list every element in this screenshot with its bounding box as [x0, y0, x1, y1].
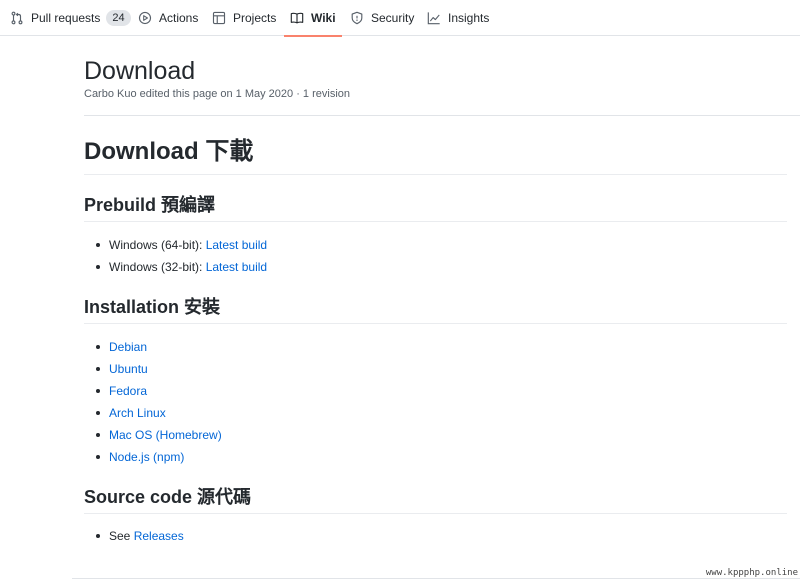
- book-icon: [290, 11, 304, 25]
- list-item: Windows (32-bit): Latest build: [84, 256, 787, 278]
- heading-installation: Installation 安裝: [84, 295, 787, 324]
- pull-request-icon: [10, 11, 24, 25]
- page-meta: Carbo Kuo edited this page on 1 May 2020…: [84, 88, 350, 100]
- mac-os-homebrew-link[interactable]: Mac OS (Homebrew): [109, 428, 222, 442]
- wiki-page-header: Download Carbo Kuo edited this page on 1…: [84, 56, 800, 100]
- installation-list: Debian Ubuntu Fedora Arch Linux Mac OS (…: [84, 336, 787, 468]
- releases-link[interactable]: Releases: [134, 529, 184, 543]
- ubuntu-link[interactable]: Ubuntu: [109, 362, 148, 376]
- prebuild-list: Windows (64-bit): Latest build Windows (…: [84, 234, 787, 278]
- heading-source-code: Source code 源代碼: [84, 485, 787, 514]
- tab-label: Insights: [448, 11, 490, 25]
- list-item: Windows (64-bit): Latest build: [84, 234, 787, 256]
- tab-security[interactable]: Security: [350, 0, 414, 36]
- tab-label: Pull requests: [31, 11, 101, 25]
- nodejs-npm-link[interactable]: Node.js (npm): [109, 450, 184, 464]
- header-divider: [84, 115, 800, 116]
- tab-insights[interactable]: Insights: [427, 0, 489, 36]
- arch-linux-link[interactable]: Arch Linux: [109, 406, 166, 420]
- list-item-text: Windows (32-bit):: [109, 260, 206, 274]
- tab-wiki[interactable]: Wiki: [284, 0, 342, 37]
- list-item: See Releases: [84, 525, 787, 547]
- list-item: Fedora: [84, 380, 787, 402]
- wiki-content: Download 下載 Prebuild 預編譯 Windows (64-bit…: [84, 136, 787, 547]
- heading-download: Download 下載: [84, 136, 787, 175]
- footer-divider: [72, 578, 800, 579]
- repo-nav: Pull requests 24 Actions Projects Wiki S…: [0, 0, 800, 37]
- list-item: Mac OS (Homebrew): [84, 424, 787, 446]
- fedora-link[interactable]: Fedora: [109, 384, 147, 398]
- tab-label: Wiki: [311, 11, 336, 25]
- heading-prebuild: Prebuild 預編譯: [84, 193, 787, 222]
- list-item: Debian: [84, 336, 787, 358]
- source-list: See Releases: [84, 525, 787, 547]
- tab-label: Actions: [159, 11, 199, 25]
- latest-build-32-link[interactable]: Latest build: [206, 260, 267, 274]
- tab-pull-requests[interactable]: Pull requests 24: [10, 0, 131, 36]
- tab-label: Projects: [233, 11, 277, 25]
- latest-build-64-link[interactable]: Latest build: [206, 238, 267, 252]
- list-item: Arch Linux: [84, 402, 787, 424]
- graph-icon: [427, 11, 441, 25]
- watermark: www.kppphp.online: [705, 568, 798, 578]
- list-item-text: See: [109, 529, 134, 543]
- debian-link[interactable]: Debian: [109, 340, 147, 354]
- page-title: Download: [84, 57, 196, 85]
- tab-projects[interactable]: Projects: [212, 0, 276, 36]
- list-item: Node.js (npm): [84, 446, 787, 468]
- shield-icon: [350, 11, 364, 25]
- play-icon: [138, 11, 152, 25]
- pull-requests-counter: 24: [106, 10, 131, 26]
- tab-label: Security: [371, 11, 415, 25]
- project-icon: [212, 11, 226, 25]
- tab-actions[interactable]: Actions: [138, 0, 198, 36]
- list-item-text: Windows (64-bit):: [109, 238, 206, 252]
- list-item: Ubuntu: [84, 358, 787, 380]
